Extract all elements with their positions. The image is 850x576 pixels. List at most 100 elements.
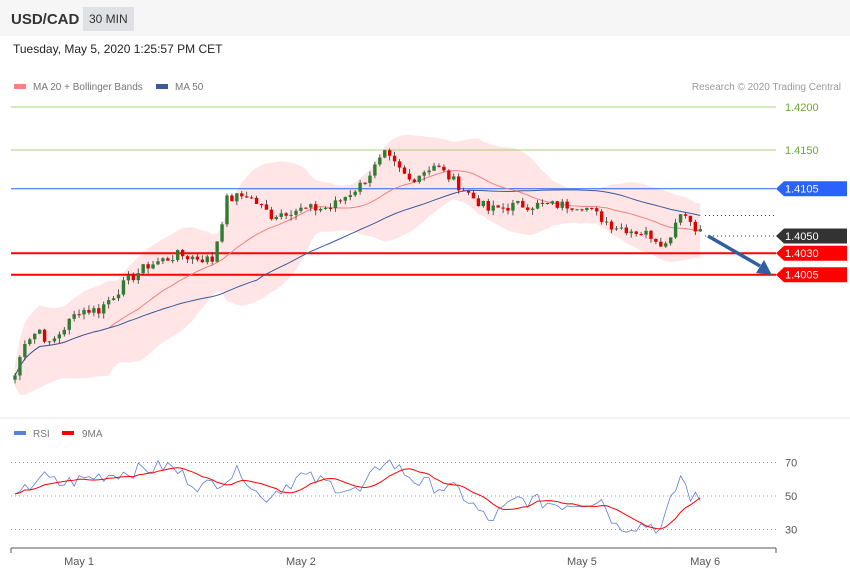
bollinger-band-fill xyxy=(15,134,701,395)
candle-body xyxy=(126,275,131,281)
candle-body xyxy=(570,208,574,210)
candle-body xyxy=(664,243,668,247)
candle-body xyxy=(486,200,490,211)
candle-body xyxy=(82,309,86,315)
bollinger-band xyxy=(15,134,701,395)
candle-body xyxy=(13,375,17,380)
candle-body xyxy=(590,207,594,209)
candle-body xyxy=(284,213,288,216)
candle-body xyxy=(565,201,569,209)
candle-body xyxy=(407,173,412,180)
candle-body xyxy=(314,204,318,211)
candle-body xyxy=(397,161,402,168)
chart-widget: USD/CAD 30 MIN Tuesday, May 5, 2020 1:25… xyxy=(0,0,850,576)
x-axis-label: May 1 xyxy=(64,556,94,568)
ma9-legend-label: 9MA xyxy=(82,429,103,440)
candle-body xyxy=(363,182,367,184)
candle-body xyxy=(649,230,653,239)
candle-body xyxy=(304,207,308,209)
candle-body xyxy=(595,208,599,212)
candle-body xyxy=(185,256,190,260)
candle-body xyxy=(629,231,633,234)
candle-body xyxy=(37,329,42,334)
candle-body xyxy=(240,193,244,197)
price-chart[interactable]: MA 20 + Bollinger Bands MA 50 Research ©… xyxy=(0,0,850,576)
candle-body xyxy=(309,204,313,208)
candle-body xyxy=(299,207,303,211)
rsi-9ma-line xyxy=(14,467,701,530)
candle-body xyxy=(457,176,461,191)
candle-body xyxy=(245,196,249,198)
candle-body xyxy=(146,264,150,269)
candle-body xyxy=(220,224,224,242)
candle-body xyxy=(683,214,688,216)
candle-body xyxy=(452,176,456,180)
price-label: 1.4200 xyxy=(785,102,819,114)
candle-body xyxy=(18,357,22,376)
copyright: Research © 2020 Trading Central xyxy=(692,82,841,93)
resistance-level-label: 1.4105 xyxy=(785,184,819,196)
candle-body xyxy=(269,209,274,220)
candle-body xyxy=(47,341,52,343)
candle-body xyxy=(116,294,121,299)
candle-body xyxy=(215,241,219,262)
candle-body xyxy=(609,221,614,230)
candle-body xyxy=(402,167,407,174)
candle-body xyxy=(254,197,259,204)
candle-body xyxy=(427,170,431,173)
price-label: 1.4150 xyxy=(785,145,819,157)
candle-body xyxy=(461,190,466,192)
candle-body xyxy=(585,207,589,210)
rsi-legend-swatch xyxy=(14,431,26,435)
candle-body xyxy=(698,229,702,232)
forecast-arrow-head xyxy=(756,260,772,275)
candle-body xyxy=(190,256,195,260)
x-axis: May 1 May 2 May 5 May 6 xyxy=(10,547,777,568)
candle-body xyxy=(33,333,37,340)
candle-body xyxy=(432,165,436,171)
forecast-arrow-line xyxy=(707,234,761,268)
x-axis-label: May 5 xyxy=(567,556,597,568)
candle-body xyxy=(417,175,421,182)
candle-body xyxy=(67,318,71,330)
ma50-legend-swatch xyxy=(156,84,168,89)
support-level-label: 1.4005 xyxy=(785,270,819,282)
candle-body xyxy=(614,228,619,230)
candle-body xyxy=(599,211,604,222)
candle-body xyxy=(323,207,328,209)
candle-body xyxy=(235,193,239,202)
candle-body xyxy=(644,230,648,235)
candle-body xyxy=(121,280,126,295)
candle-body xyxy=(506,207,510,211)
candle-body xyxy=(264,204,269,210)
candle-body xyxy=(442,166,446,171)
candle-body xyxy=(530,208,535,210)
candle-body xyxy=(550,201,555,204)
candle-body xyxy=(634,231,638,235)
x-axis-label: May 6 xyxy=(690,556,720,568)
ma9-legend-swatch xyxy=(62,431,74,435)
candle-body xyxy=(659,241,663,247)
candle-body xyxy=(496,205,500,208)
candle-body xyxy=(639,234,643,236)
candle-body xyxy=(501,207,505,209)
candle-body xyxy=(358,182,362,192)
candle-body xyxy=(491,205,495,211)
candle-body xyxy=(545,202,550,204)
candle-body xyxy=(230,195,234,202)
candle-body xyxy=(180,249,185,257)
last-level-label: 1.4050 xyxy=(785,231,819,243)
rsi-level-label: 50 xyxy=(785,491,797,503)
candle-body xyxy=(392,155,397,162)
candle-body xyxy=(205,256,209,263)
rsi-panel: 70 50 30 xyxy=(11,458,797,537)
candle-body xyxy=(343,197,348,201)
ma20-legend-swatch xyxy=(14,84,26,89)
candle-body xyxy=(225,195,229,225)
candle-body xyxy=(175,249,180,261)
candle-body xyxy=(259,203,264,205)
candle-body xyxy=(42,329,47,342)
candle-body xyxy=(535,202,540,209)
candle-body xyxy=(195,256,200,260)
candle-body xyxy=(136,273,140,281)
